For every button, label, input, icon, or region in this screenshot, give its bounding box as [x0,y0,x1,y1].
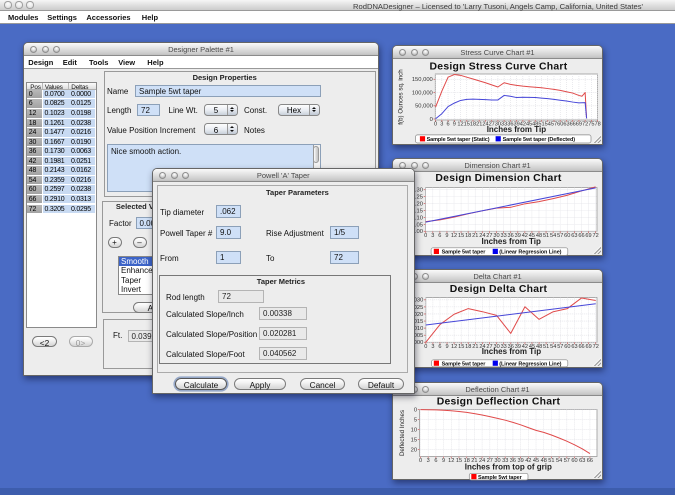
svg-text:150,000: 150,000 [412,77,433,83]
svg-text:0: 0 [424,343,427,349]
svg-text:Design Delta Chart: Design Delta Chart [450,284,548,295]
svg-text:0: 0 [430,116,433,122]
svg-text:60: 60 [571,457,577,463]
svg-text:51: 51 [543,343,549,349]
svg-text:100,000: 100,000 [412,90,433,96]
svg-text:Inches from Tip: Inches from Tip [482,347,542,356]
svg-text:3: 3 [431,343,434,349]
svg-text:21: 21 [472,343,478,349]
svg-text:15: 15 [456,457,462,463]
svg-text:Inches from top of grip: Inches from top of grip [465,462,552,471]
svg-text:9: 9 [442,457,445,463]
svg-text:6: 6 [438,233,441,239]
svg-text:63: 63 [571,343,577,349]
svg-text:3: 3 [427,457,430,463]
svg-text:(Linear Regression Line): (Linear Regression Line) [499,249,561,255]
svg-text:63: 63 [571,233,577,239]
svg-text:57: 57 [557,343,563,349]
svg-text:6: 6 [438,343,441,349]
svg-text:Sample 5wt taper (Static): Sample 5wt taper (Static) [427,137,490,143]
svg-text:Sample 5wt taper (Deflected): Sample 5wt taper (Deflected) [503,137,576,143]
svg-text:0: 0 [419,457,422,463]
svg-text:60: 60 [564,233,570,239]
svg-text:15: 15 [411,437,417,443]
svg-text:10: 10 [411,427,417,433]
svg-text:15: 15 [458,343,464,349]
svg-text:72: 72 [593,343,599,349]
svg-text:69: 69 [585,233,591,239]
svg-text:51: 51 [543,233,549,239]
svg-text:0: 0 [424,233,427,239]
svg-text:Deflected Inches: Deflected Inches [399,409,406,455]
svg-text:Design Dimension Chart: Design Dimension Chart [435,173,561,184]
svg-text:Sample 5wt taper: Sample 5wt taper [442,249,487,255]
svg-text:18: 18 [465,233,471,239]
svg-text:6: 6 [446,121,449,127]
svg-text:69: 69 [586,343,592,349]
svg-text:72: 72 [593,233,599,239]
svg-text:f(b) Ounces sq. inch: f(b) Ounces sq. inch [398,68,405,124]
svg-text:(Linear Regression Line): (Linear Regression Line) [499,361,561,367]
svg-text:57: 57 [557,233,563,239]
svg-text:9: 9 [445,343,448,349]
svg-text:60: 60 [564,343,570,349]
svg-text:12: 12 [451,233,457,239]
svg-text:Inches from Tip: Inches from Tip [487,124,547,133]
svg-text:21: 21 [472,233,478,239]
svg-text:66: 66 [578,343,584,349]
svg-text:9: 9 [453,121,456,127]
svg-text:15: 15 [458,233,464,239]
svg-text:0: 0 [434,121,437,127]
svg-text:6: 6 [434,457,437,463]
svg-text:9: 9 [445,233,448,239]
svg-text:20: 20 [411,447,417,453]
svg-text:66: 66 [587,457,593,463]
svg-text:Sample 5wt taper: Sample 5wt taper [442,361,487,367]
svg-text:5: 5 [414,417,417,423]
svg-text:12: 12 [451,343,457,349]
svg-text:54: 54 [550,233,556,239]
svg-text:18: 18 [465,343,471,349]
svg-text:50,000: 50,000 [415,103,433,109]
svg-text:Sample 5wt taper: Sample 5wt taper [478,474,523,480]
svg-text:54: 54 [556,457,562,463]
svg-text:Design Stress Curve Chart: Design Stress Curve Chart [430,61,568,72]
svg-text:Inches from Tip: Inches from Tip [481,237,541,246]
svg-text:Design Deflection Chart: Design Deflection Chart [437,396,561,407]
svg-text:0: 0 [414,407,417,413]
svg-text:63: 63 [579,457,585,463]
svg-text:57: 57 [564,457,570,463]
svg-text:3: 3 [440,121,443,127]
svg-text:54: 54 [550,343,556,349]
svg-text:12: 12 [448,457,454,463]
svg-text:66: 66 [578,233,584,239]
svg-text:3: 3 [431,233,434,239]
svg-text:78: 78 [594,121,600,127]
